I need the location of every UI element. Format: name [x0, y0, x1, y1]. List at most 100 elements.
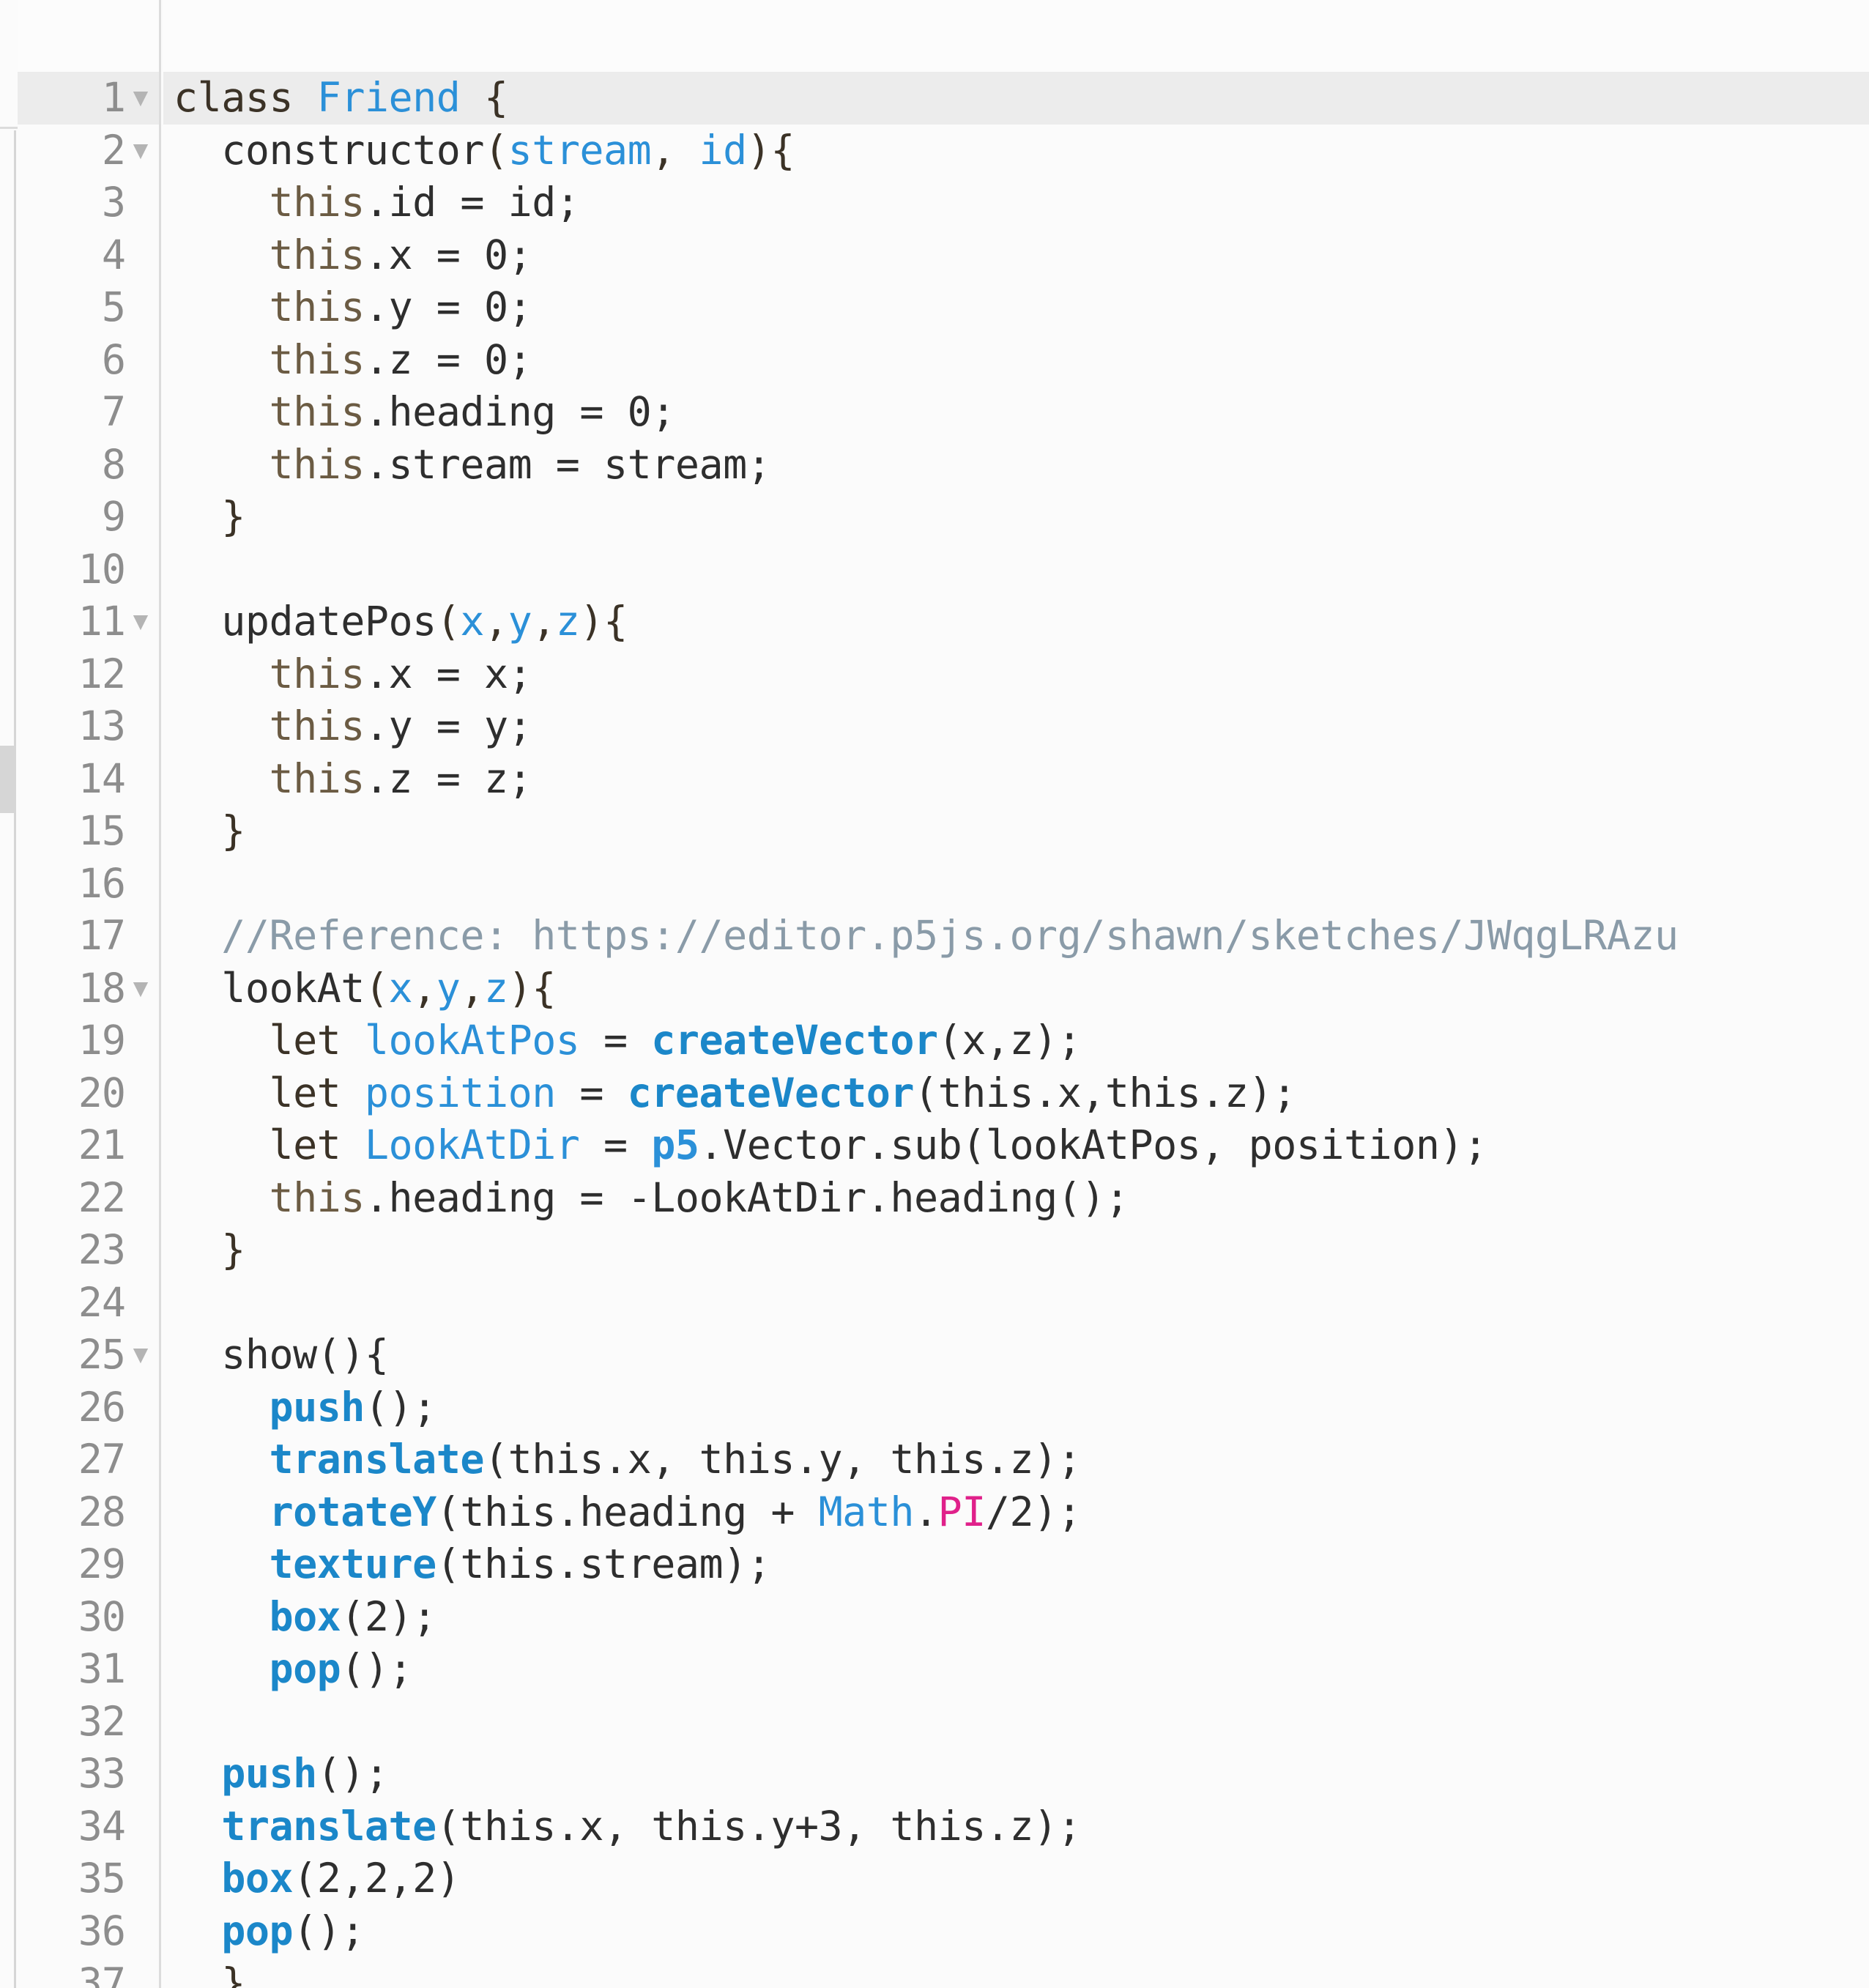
code-line[interactable]: this.x = 0;: [163, 229, 1869, 282]
line-number: 2: [101, 126, 126, 174]
editor-top-left-corner: [0, 0, 18, 129]
code-line[interactable]: texture(this.stream);: [163, 1538, 1869, 1591]
fold-triangle-icon[interactable]: ▼: [125, 963, 156, 1015]
code-token: updatePos: [174, 598, 436, 645]
code-line[interactable]: updatePos(x,y,z){: [163, 596, 1869, 648]
code-token: }: [174, 1226, 245, 1273]
code-token: 0: [483, 283, 508, 330]
code-line[interactable]: let LookAtDir = p5.Vector.sub(lookAtPos,…: [163, 1119, 1869, 1172]
code-line[interactable]: this.heading = -LookAtDir.heading();: [163, 1172, 1869, 1225]
code-line[interactable]: lookAt(x,y,z){: [163, 963, 1869, 1015]
code-token: Math: [818, 1488, 915, 1535]
code-line[interactable]: }: [163, 805, 1869, 858]
code-line[interactable]: [163, 858, 1869, 910]
code-line[interactable]: translate(this.x, this.y, this.z);: [163, 1433, 1869, 1486]
line-number: 15: [78, 807, 126, 854]
code-line[interactable]: push();: [163, 1381, 1869, 1434]
gutter-row: 19: [18, 1015, 159, 1067]
line-number: 33: [78, 1750, 126, 1797]
code-editor-root: 1 ▼ 2 ▼ 3 4 5 6 7 8 9 10 11 ▼ 12 13 14 15 16 17 18 ▼ 19 20 21 22 2…: [0, 0, 1869, 1988]
code-token: (this.x, this.y, this.z);: [483, 1436, 1082, 1483]
line-number: 34: [78, 1802, 126, 1850]
gutter-row: 32: [18, 1696, 159, 1748]
fold-triangle-icon[interactable]: ▼: [125, 72, 156, 125]
code-token: .id = id;: [364, 179, 580, 226]
code-token: .z = z;: [364, 754, 532, 802]
code-line[interactable]: [163, 1277, 1869, 1329]
vertical-scrollbar[interactable]: [0, 130, 16, 1988]
code-line[interactable]: push();: [163, 1748, 1869, 1800]
line-number: 36: [78, 1907, 126, 1954]
code-line[interactable]: this.y = y;: [163, 700, 1869, 753]
code-line[interactable]: //Reference: https://editor.p5js.org/sha…: [163, 910, 1869, 963]
code-line[interactable]: box(2);: [163, 1591, 1869, 1644]
gutter-row: 5: [18, 281, 159, 334]
code-token: z: [555, 598, 580, 645]
line-number: 14: [78, 754, 126, 802]
code-token: this: [174, 1173, 365, 1221]
code-line[interactable]: constructor(stream, id){: [163, 125, 1869, 177]
code-token: this: [174, 335, 365, 383]
code-token: createVector: [651, 1017, 938, 1064]
code-token: (2,2,2): [293, 1855, 461, 1902]
code-token: .stream = stream;: [364, 440, 771, 488]
fold-triangle-icon[interactable]: ▼: [125, 125, 156, 177]
code-line[interactable]: pop();: [163, 1643, 1869, 1696]
code-line[interactable]: let lookAtPos = createVector(x,z);: [163, 1015, 1869, 1067]
code-token: x: [460, 598, 484, 645]
line-number: 37: [78, 1959, 126, 1988]
code-line[interactable]: let position = createVector(this.x,this.…: [163, 1067, 1869, 1120]
fold-triangle-icon[interactable]: ▼: [125, 596, 156, 648]
code-token: p5: [651, 1121, 699, 1168]
code-token: box: [221, 1855, 294, 1902]
fold-triangle-icon[interactable]: ▼: [125, 1329, 156, 1381]
code-token: this: [174, 440, 365, 488]
gutter-row: 20: [18, 1067, 159, 1120]
gutter-row: 21: [18, 1119, 159, 1172]
line-number: 28: [78, 1488, 126, 1535]
code-token: push: [221, 1750, 317, 1797]
code-line[interactable]: this.heading = 0;: [163, 386, 1869, 439]
code-line[interactable]: }: [163, 1957, 1869, 1988]
gutter-row: 31: [18, 1643, 159, 1696]
code-line[interactable]: box(2,2,2): [163, 1852, 1869, 1905]
gutter-row: 13: [18, 700, 159, 753]
code-line[interactable]: translate(this.x, this.y+3, this.z);: [163, 1800, 1869, 1853]
code-line[interactable]: this.z = 0;: [163, 334, 1869, 387]
vertical-scrollbar-thumb[interactable]: [0, 746, 16, 813]
code-token: this: [174, 283, 365, 330]
code-content-area[interactable]: class Friend { constructor(stream, id){ …: [163, 72, 1869, 1988]
code-line[interactable]: rotateY(this.heading + Math.PI/2);: [163, 1486, 1869, 1539]
line-number: 24: [78, 1278, 126, 1326]
gutter-row: 12: [18, 648, 159, 701]
code-token: this: [174, 388, 365, 435]
code-line[interactable]: this.stream = stream;: [163, 439, 1869, 492]
code-token: texture: [269, 1540, 436, 1587]
code-token: let: [174, 1069, 365, 1116]
code-line[interactable]: class Friend {: [163, 72, 1869, 125]
line-number: 19: [78, 1017, 126, 1064]
code-line[interactable]: pop();: [163, 1905, 1869, 1958]
gutter-row: 23: [18, 1224, 159, 1277]
code-line[interactable]: }: [163, 1224, 1869, 1277]
line-number: 21: [78, 1121, 126, 1168]
code-line[interactable]: }: [163, 491, 1869, 544]
code-line[interactable]: show(){: [163, 1329, 1869, 1381]
code-line[interactable]: [163, 544, 1869, 596]
code-line[interactable]: this.id = id;: [163, 177, 1869, 229]
code-line[interactable]: this.x = x;: [163, 648, 1869, 701]
code-line[interactable]: this.y = 0;: [163, 281, 1869, 334]
code-token: ){: [579, 598, 628, 645]
code-token: pop: [269, 1645, 341, 1692]
line-number: 29: [78, 1540, 126, 1587]
code-token: .x = x;: [364, 650, 532, 697]
code-token: ;: [508, 283, 532, 330]
code-token: this: [174, 754, 365, 802]
code-line[interactable]: [163, 1696, 1869, 1748]
code-line[interactable]: this.z = z;: [163, 753, 1869, 806]
line-number: 20: [78, 1069, 126, 1116]
